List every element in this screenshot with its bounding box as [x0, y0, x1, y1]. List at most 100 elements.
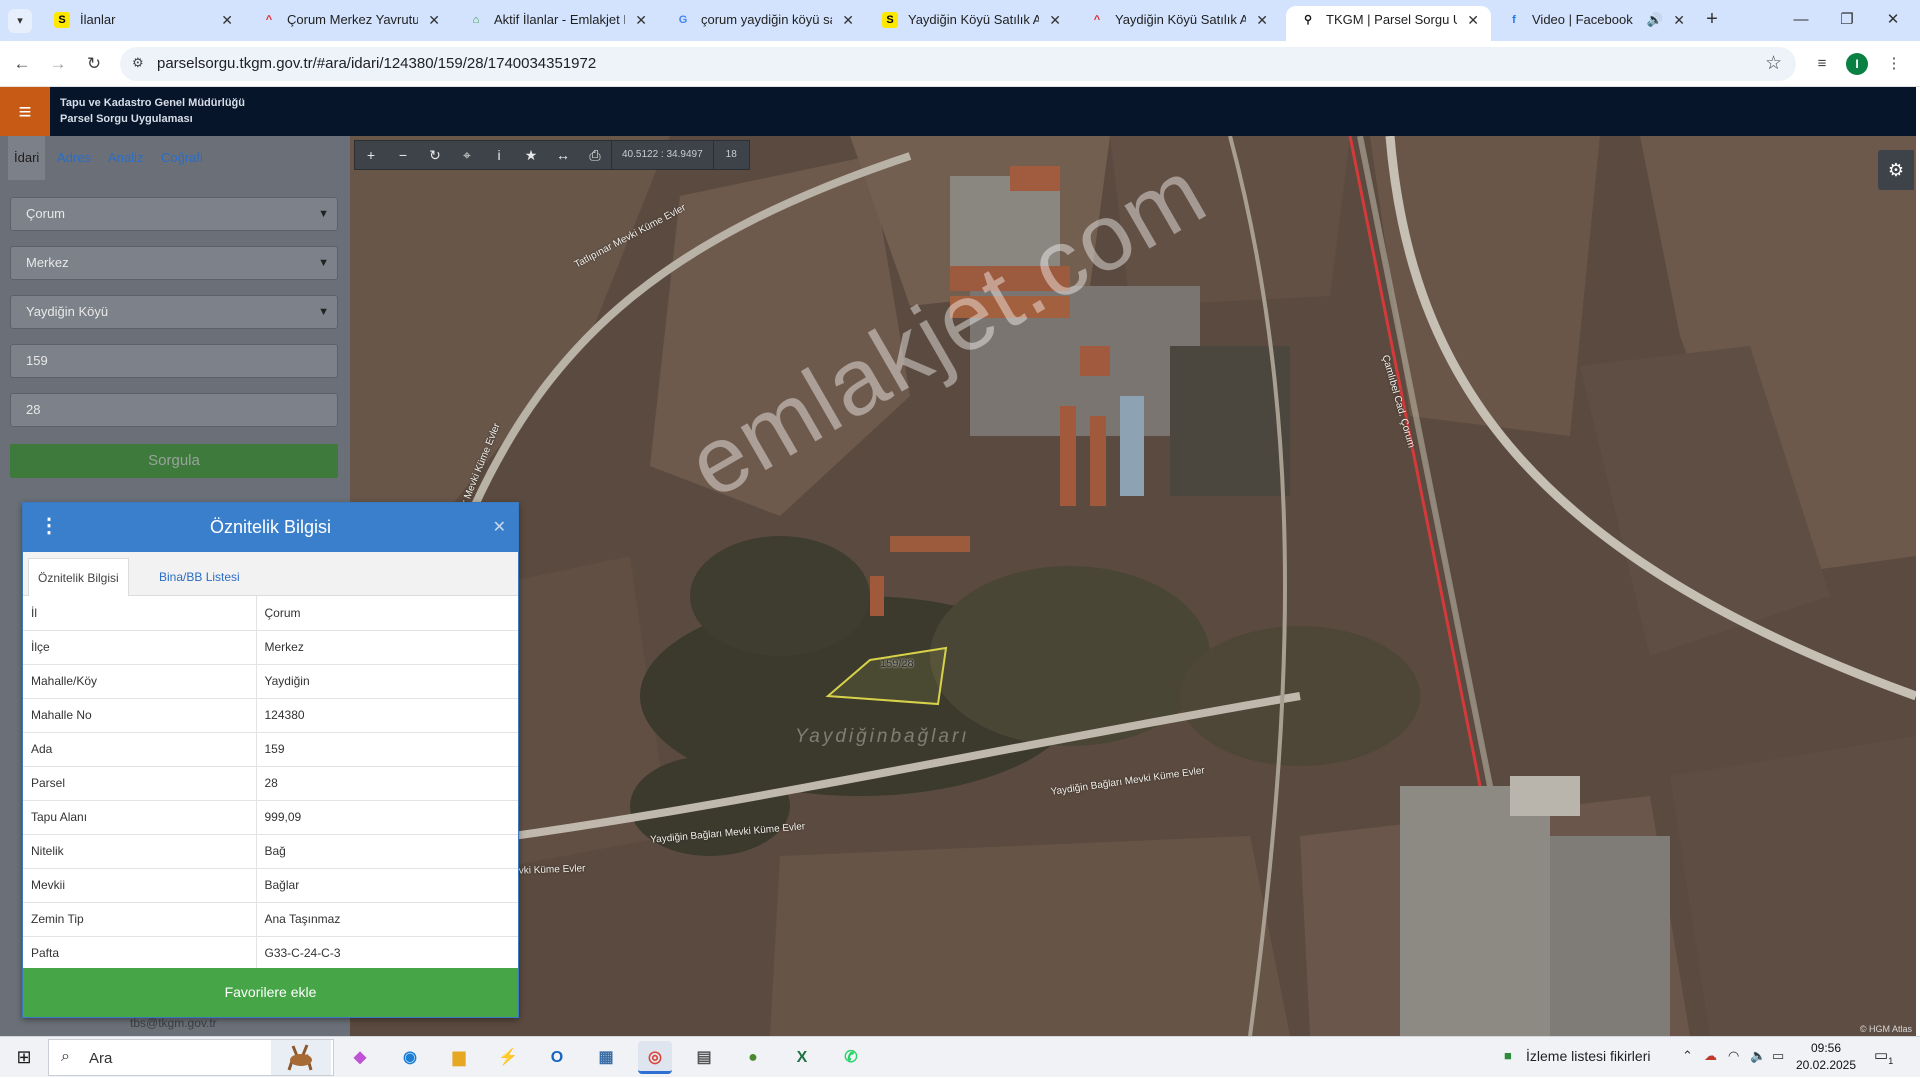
cloud-sync-icon[interactable]: ☁ — [1704, 1048, 1717, 1064]
news-widget-icon[interactable]: ■ — [1504, 1048, 1512, 1063]
tab-adres[interactable]: Adres — [57, 136, 91, 180]
browser-tab[interactable]: f Video | Facebook 🔊 ✕ — [1492, 6, 1697, 41]
contact-email-link[interactable]: tbs@tkgm.gov.tr — [130, 1016, 217, 1030]
ilce-select[interactable]: Merkez ▼ — [10, 246, 338, 280]
tab-bina-listesi[interactable]: Bina/BB Listesi — [150, 558, 249, 596]
table-row: Mevkii Bağlar — [23, 868, 518, 903]
attribute-table: İl Çorum İlçe Merkez Mahalle/Köy Yaydiğin Maha… — [23, 596, 518, 971]
bookmark-star-icon[interactable]: ☆ — [1765, 52, 1782, 75]
edge-icon[interactable]: ◉ — [393, 1041, 427, 1074]
popup-tabs: Öznitelik Bilgisi Bina/BB Listesi — [23, 552, 518, 596]
browser-tab[interactable]: S İlanlar ✕ — [40, 6, 245, 41]
new-tab-button[interactable]: + — [1700, 8, 1724, 32]
ada-input[interactable]: 159 — [10, 344, 338, 378]
audio-playing-icon[interactable]: 🔊 — [1647, 6, 1663, 34]
chevron-up-icon[interactable]: ⌃ — [1682, 1048, 1693, 1064]
zoom-out-icon[interactable]: − — [387, 141, 419, 169]
omnibox[interactable]: ⚙ parselsorgu.tkgm.gov.tr/#ara/idari/124… — [120, 47, 1796, 81]
notification-center-icon[interactable]: ▭1 — [1874, 1046, 1893, 1066]
popup-header: ⋮ Öznitelik Bilgisi ✕ — [23, 503, 518, 552]
tab-analiz[interactable]: Analiz — [108, 136, 143, 180]
browser-tab[interactable]: Gçorum yaydiğin köyü satı ✕ — [661, 6, 866, 41]
browser-tab[interactable]: ⌂ Aktif İlanlar - Emlakjet Par ✕ — [454, 6, 659, 41]
attribute-key: Mahalle/Köy — [23, 664, 257, 699]
whatsapp-icon[interactable]: ✆ — [834, 1041, 868, 1074]
close-tab-icon[interactable]: ✕ — [1673, 6, 1685, 34]
tab-title: Aktif İlanlar - Emlakjet Par — [494, 12, 625, 27]
star-icon[interactable]: ★ — [515, 141, 547, 169]
refresh-icon[interactable]: ↻ — [419, 141, 451, 169]
tab-cografi[interactable]: Coğrafi — [161, 136, 203, 180]
battery-icon[interactable]: ▭ — [1772, 1048, 1784, 1064]
outlook-icon[interactable]: O — [540, 1041, 574, 1074]
tab-idari[interactable]: İdari — [8, 136, 46, 180]
taskbar-search-placeholder: Ara — [89, 1050, 113, 1067]
close-tab-icon[interactable]: ✕ — [428, 6, 440, 34]
measure-icon[interactable]: ↔ — [547, 141, 579, 169]
windows-start-icon[interactable]: ⊞ — [0, 1037, 48, 1078]
url-text[interactable]: parselsorgu.tkgm.gov.tr/#ara/idari/12438… — [157, 55, 596, 72]
tab-title: Yaydiğin Köyü Satılık Arsa — [1115, 12, 1246, 27]
close-icon[interactable]: ✕ — [493, 517, 506, 537]
search-highlight-deer-icon — [271, 1040, 331, 1075]
il-select[interactable]: Çorum ▼ — [10, 197, 338, 231]
winrar-icon[interactable]: ⚡ — [491, 1041, 525, 1074]
attribute-value: Ana Taşınmaz — [256, 902, 518, 937]
sorgula-button[interactable]: Sorgula — [10, 444, 338, 478]
chrome-icon[interactable]: ◎ — [638, 1041, 672, 1074]
volume-icon[interactable]: 🔈 — [1750, 1048, 1766, 1064]
table-row: Ada 159 — [23, 732, 518, 767]
browser-tab[interactable]: S Yaydiğin Köyü Satılık Arsa ✕ — [868, 6, 1073, 41]
tab-oznitelik[interactable]: Öznitelik Bilgisi — [28, 558, 129, 596]
info-icon[interactable]: i — [483, 141, 515, 169]
app-title: Tapu ve Kadastro Genel Müdürlüğü Parsel … — [60, 95, 245, 127]
browser-tab[interactable]: ⚲ TKGM | Parsel Sorgu Uyg ✕ — [1286, 6, 1491, 41]
map-settings-gear-icon[interactable]: ⚙ — [1878, 150, 1914, 190]
media-control-icon[interactable]: ≡ — [1810, 52, 1834, 76]
close-tab-icon[interactable]: ✕ — [635, 6, 647, 34]
close-window-button[interactable]: ✕ — [1870, 6, 1916, 34]
attribute-key: Tapu Alanı — [23, 800, 257, 835]
microsoft-store-icon[interactable]: ▦ — [589, 1041, 623, 1074]
file-explorer-icon[interactable]: ▆ — [442, 1041, 476, 1074]
google-icon: G — [678, 14, 688, 26]
site-info-icon[interactable]: ⚙ — [132, 55, 144, 71]
taskbar-search[interactable]: ⌕ Ara — [48, 1039, 334, 1076]
locate-icon[interactable]: ⌖ — [451, 141, 483, 169]
table-row: Parsel 28 — [23, 766, 518, 801]
browser-tab[interactable]: ^ Çorum Merkez Yavruturna ✕ — [247, 6, 452, 41]
close-tab-icon[interactable]: ✕ — [1049, 6, 1061, 34]
add-favorite-button[interactable]: Favorilere ekle — [23, 968, 518, 1017]
tab-search-button[interactable]: ▾ — [8, 9, 32, 33]
table-row: İlçe Merkez — [23, 630, 518, 665]
browser-tab[interactable]: ^ Yaydiğin Köyü Satılık Arsa ✕ — [1075, 6, 1280, 41]
close-tab-icon[interactable]: ✕ — [1256, 6, 1268, 34]
map-view[interactable]: emlakjet.com 159/28 Yaydiğinbağları Tatl… — [350, 136, 1916, 1036]
globe-app-icon[interactable]: ● — [736, 1041, 770, 1074]
zoom-level-readout: 18 — [712, 141, 749, 169]
excel-icon[interactable]: X — [785, 1041, 819, 1074]
windows-taskbar: ⊞ ⌕ Ara ◆ ◉ ▆ ⚡ O ▦ ◎ ▤ ● X ✆ ■ İzleme l… — [0, 1036, 1920, 1077]
minimize-button[interactable]: — — [1778, 6, 1824, 34]
zoom-in-icon[interactable]: + — [355, 141, 387, 169]
system-clock[interactable]: 09:56 20.02.2025 — [1790, 1040, 1862, 1074]
close-tab-icon[interactable]: ✕ — [1467, 6, 1479, 34]
restore-button[interactable]: ❐ — [1824, 6, 1870, 34]
hamburger-menu-icon[interactable]: ≡ — [0, 87, 50, 136]
profile-avatar[interactable]: I — [1846, 53, 1868, 75]
parsel-input[interactable]: 28 — [10, 393, 338, 427]
sahibinden-icon: S — [882, 12, 898, 28]
mahalle-select[interactable]: Yaydiğin Köyü ▼ — [10, 295, 338, 329]
forward-button[interactable]: → — [44, 50, 72, 78]
wifi-icon[interactable]: ◠ — [1728, 1048, 1739, 1064]
close-tab-icon[interactable]: ✕ — [221, 6, 233, 34]
copilot-icon[interactable]: ◆ — [343, 1041, 377, 1074]
attribute-key: İlçe — [23, 630, 257, 665]
close-tab-icon[interactable]: ✕ — [842, 6, 854, 34]
browser-menu-icon[interactable]: ⋮ — [1882, 52, 1906, 76]
calculator-icon[interactable]: ▤ — [687, 1041, 721, 1074]
back-button[interactable]: ← — [8, 50, 36, 78]
print-icon[interactable]: ⎙ — [579, 141, 611, 169]
reload-button[interactable]: ↻ — [80, 50, 108, 78]
news-widget-text[interactable]: İzleme listesi fikirleri — [1526, 1048, 1650, 1064]
